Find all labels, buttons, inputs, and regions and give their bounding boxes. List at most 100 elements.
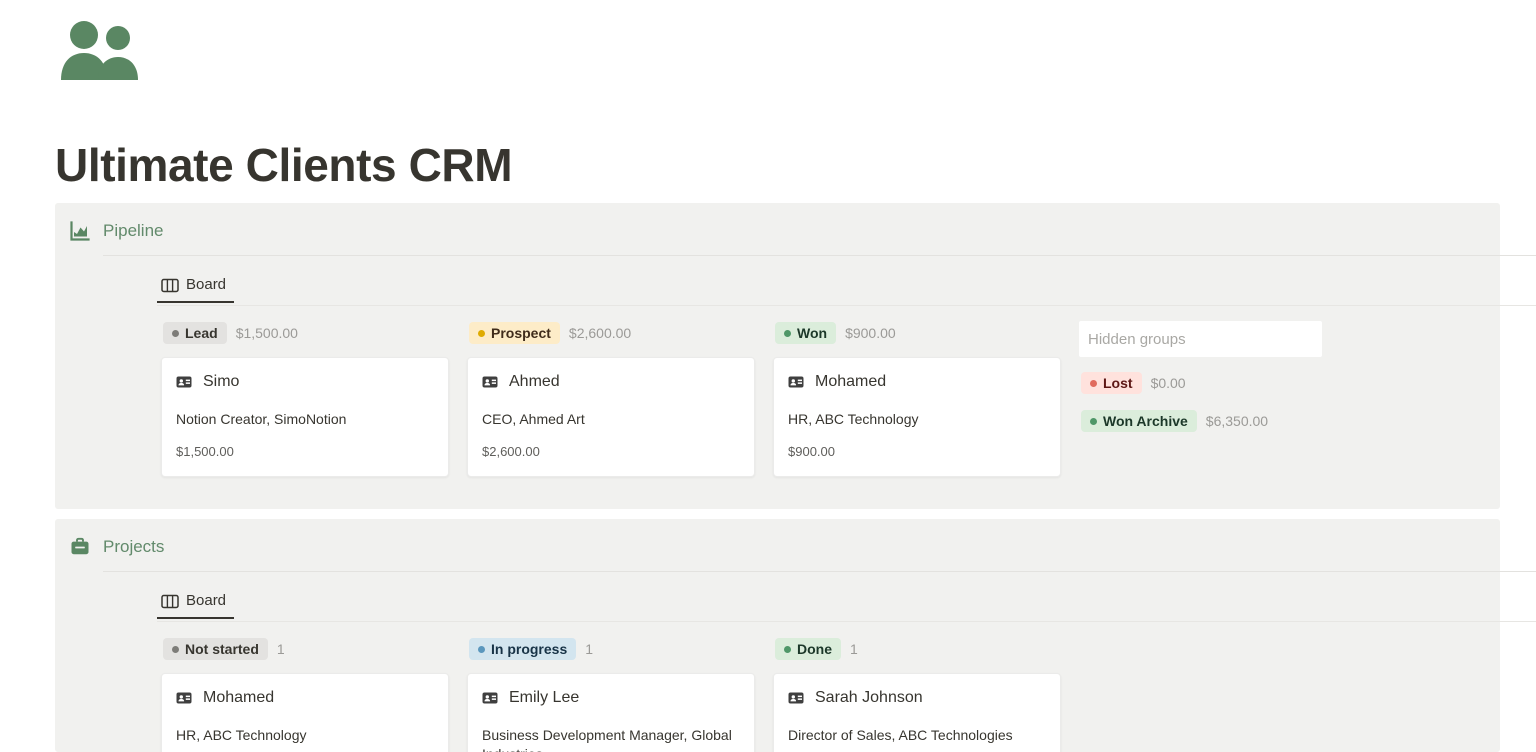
- status-dot: [478, 329, 485, 337]
- board-icon: [161, 278, 179, 293]
- card-title-row: Ahmed: [482, 372, 740, 392]
- card-subtitle: Business Development Manager, Global Ind…: [482, 727, 732, 752]
- group-pill-lost: Lost: [1081, 372, 1142, 394]
- board-column-won: Won $900.00 Mohamed HR, ABC Technology $…: [773, 321, 1061, 477]
- section-projects: Projects Board Not started 1 Mohamed HR,…: [55, 519, 1536, 752]
- card-subtitle: HR, ABC Technology: [176, 727, 307, 743]
- board-column-prospect: Prospect $2,600.00 Ahmed CEO, Ahmed Art …: [467, 321, 755, 477]
- card-amount: $900.00: [788, 444, 835, 459]
- board-card[interactable]: Ahmed CEO, Ahmed Art $2,600.00: [467, 357, 755, 477]
- board-card[interactable]: Mohamed HR, ABC Technology: [161, 673, 449, 752]
- group-total: $900.00: [845, 325, 896, 341]
- group-pill-done: Done: [775, 638, 841, 660]
- contact-card-icon: [788, 690, 804, 706]
- card-title: Emily Lee: [509, 689, 580, 706]
- group-pill-won-archive: Won Archive: [1081, 410, 1197, 432]
- board-column-done: Done 1 Sarah Johnson Director of Sales, …: [773, 637, 1061, 752]
- card-title-row: Emily Lee: [482, 688, 740, 708]
- group-pill-lead: Lead: [163, 322, 227, 344]
- group-header-prospect[interactable]: Prospect $2,600.00: [467, 321, 755, 345]
- briefcase-icon: [69, 536, 91, 558]
- group-total: $1,500.00: [235, 325, 298, 341]
- projects-header-divider: [103, 571, 1536, 572]
- card-title-row: Sarah Johnson: [788, 688, 1046, 708]
- group-header-not-started[interactable]: Not started 1: [161, 637, 449, 661]
- projects-tabs: Board: [157, 587, 235, 619]
- group-pill-prospect: Prospect: [469, 322, 560, 344]
- crm-page: Ultimate Clients CRM Pipeline Board Lead…: [0, 0, 1536, 752]
- card-title: Sarah Johnson: [815, 689, 923, 706]
- group-count: 1: [850, 641, 858, 657]
- status-dot: [478, 645, 485, 653]
- board-card[interactable]: Emily Lee Business Development Manager, …: [467, 673, 755, 752]
- group-total: $2,600.00: [568, 325, 632, 341]
- board-column-lead: Lead $1,500.00 Simo Notion Creator, Simo…: [161, 321, 449, 477]
- group-label: Lost: [1103, 375, 1133, 391]
- hidden-group-lost[interactable]: Lost $0.00: [1079, 371, 1322, 395]
- card-title: Mohamed: [203, 689, 275, 706]
- group-total: $6,350.00: [1205, 413, 1269, 429]
- contact-card-icon: [176, 690, 192, 706]
- projects-header: Projects: [69, 536, 164, 558]
- tab-board-pipeline-label: Board: [186, 276, 227, 293]
- group-label: Prospect: [491, 325, 551, 341]
- group-label: Won Archive: [1103, 413, 1188, 429]
- status-dot: [1090, 379, 1097, 387]
- board-icon: [161, 594, 179, 609]
- projects-title: Projects: [103, 537, 165, 556]
- group-count: 1: [276, 641, 285, 657]
- board-card[interactable]: Sarah Johnson Director of Sales, ABC Tec…: [773, 673, 1061, 752]
- page-title: Ultimate Clients CRM: [55, 139, 513, 191]
- hidden-groups-placeholder: Hidden groups: [1088, 330, 1186, 348]
- board-card[interactable]: Mohamed HR, ABC Technology $900.00: [773, 357, 1061, 477]
- pipeline-header-divider: [103, 255, 1536, 256]
- status-dot: [784, 329, 791, 337]
- card-title-row: Simo: [176, 372, 434, 392]
- board-card[interactable]: Simo Notion Creator, SimoNotion $1,500.0…: [161, 357, 449, 477]
- card-title: Simo: [203, 373, 240, 390]
- group-label: In progress: [491, 641, 568, 657]
- tab-board-projects-label: Board: [186, 592, 227, 609]
- projects-tabs-divider: [157, 621, 1536, 622]
- pipeline-header: Pipeline: [69, 220, 164, 242]
- group-pill-not-started: Not started: [163, 638, 268, 660]
- group-header-done[interactable]: Done 1: [773, 637, 1061, 661]
- chart-icon: [69, 220, 91, 242]
- group-label: Lead: [185, 325, 218, 341]
- projects-board: Not started 1 Mohamed HR, ABC Technology…: [161, 637, 1061, 752]
- status-dot: [1090, 417, 1097, 425]
- tab-board-pipeline[interactable]: Board: [157, 271, 235, 303]
- hidden-group-won-archive[interactable]: Won Archive $6,350.00: [1079, 409, 1322, 433]
- contact-card-icon: [482, 690, 498, 706]
- group-header-in-progress[interactable]: In progress 1: [467, 637, 755, 661]
- card-subtitle: HR, ABC Technology: [788, 411, 919, 427]
- status-dot: [172, 645, 179, 653]
- hidden-groups-panel: Hidden groups Lost $0.00 Won Archive $6,…: [1079, 321, 1322, 477]
- group-label: Won: [797, 325, 828, 341]
- pipeline-tabs-divider: [157, 305, 1536, 306]
- pipeline-tabs: Board: [157, 271, 235, 303]
- card-title-row: Mohamed: [788, 372, 1046, 392]
- board-column-not-started: Not started 1 Mohamed HR, ABC Technology: [161, 637, 449, 752]
- card-subtitle: Director of Sales, ABC Technologies: [788, 727, 1013, 743]
- contact-card-icon: [482, 374, 498, 390]
- contact-card-icon: [788, 374, 804, 390]
- group-header-won[interactable]: Won $900.00: [773, 321, 1061, 345]
- group-total: $0.00: [1150, 375, 1186, 391]
- card-amount: $1,500.00: [176, 444, 234, 459]
- pipeline-title: Pipeline: [103, 221, 164, 240]
- card-title: Mohamed: [815, 373, 887, 390]
- group-count: 1: [585, 641, 594, 657]
- status-dot: [784, 645, 791, 653]
- group-pill-won: Won: [775, 322, 837, 344]
- people-icon: [56, 18, 142, 80]
- hidden-groups-input[interactable]: Hidden groups: [1079, 321, 1322, 357]
- card-title: Ahmed: [509, 373, 560, 390]
- card-amount: $2,600.00: [482, 444, 540, 459]
- group-label: Not started: [185, 641, 259, 657]
- tab-board-projects[interactable]: Board: [157, 587, 235, 619]
- group-pill-in-progress: In progress: [469, 638, 577, 660]
- section-pipeline: Pipeline Board Lead $1,500.00 Simo Notio…: [55, 203, 1536, 509]
- group-header-lead[interactable]: Lead $1,500.00: [161, 321, 449, 345]
- card-subtitle: Notion Creator, SimoNotion: [176, 411, 347, 427]
